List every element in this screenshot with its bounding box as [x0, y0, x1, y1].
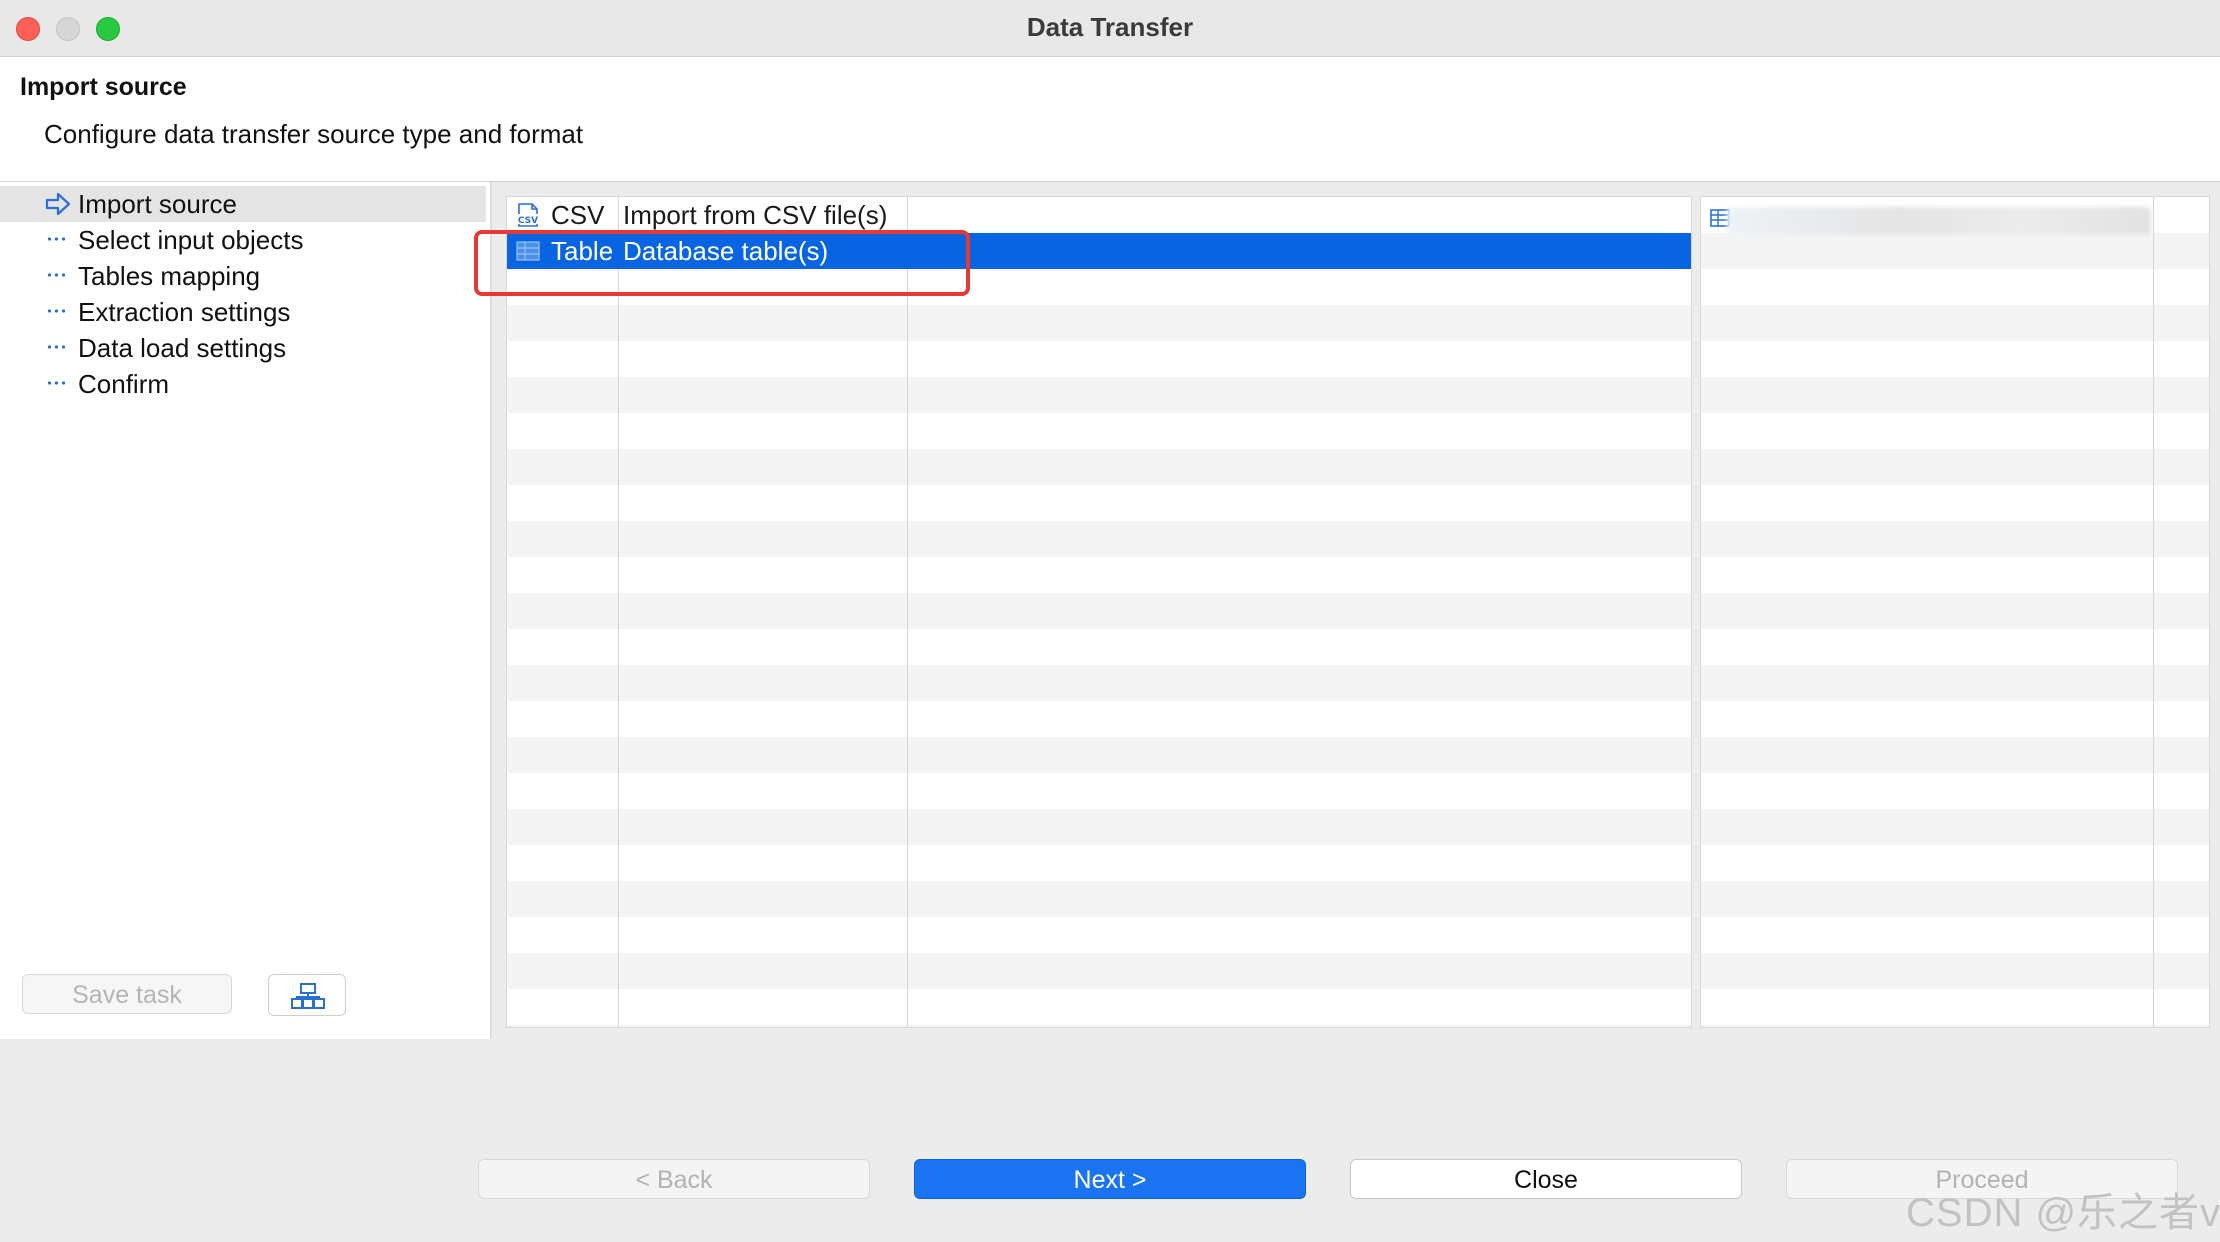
- table-stripe: [1701, 449, 2209, 485]
- table-stripe: [507, 845, 1691, 881]
- table-stripe: [507, 413, 1691, 449]
- dots-icon: [46, 345, 66, 349]
- table-stripe: [1701, 377, 2209, 413]
- table-stripe: [507, 449, 1691, 485]
- dots-icon: [46, 273, 66, 277]
- nav-item-label: Confirm: [78, 369, 170, 399]
- watermark: CSDN @乐之者v: [1906, 1191, 2220, 1235]
- table-stripe: [1701, 1025, 2209, 1027]
- table-stripe: [507, 485, 1691, 521]
- column-divider: [618, 197, 619, 1027]
- table-stripe: [507, 377, 1691, 413]
- table-stripe: [1701, 233, 2209, 269]
- table-stripe: [1701, 593, 2209, 629]
- table-stripe: [1701, 485, 2209, 521]
- nav-item-label: Data load settings: [78, 333, 287, 363]
- svg-text:CSV: CSV: [518, 216, 538, 226]
- tasks-icon: [291, 983, 325, 1009]
- table-stripe: [1701, 773, 2209, 809]
- nav-item-label: Tables mapping: [78, 261, 261, 291]
- table-stripe: [507, 989, 1691, 1025]
- table-stripe: [1701, 413, 2209, 449]
- table-stripe: [507, 809, 1691, 845]
- table-stripe: [1701, 953, 2209, 989]
- nav-item-extraction-settings[interactable]: Extraction settings: [0, 294, 486, 330]
- table-stripe: [507, 665, 1691, 701]
- table-stripe: [507, 881, 1691, 917]
- page-header: Import source Configure data transfer so…: [0, 57, 2220, 182]
- tasks-button[interactable]: [268, 974, 346, 1016]
- csv-file-icon: CSV: [516, 203, 540, 227]
- source-description: Import from CSV file(s): [623, 200, 888, 230]
- window-title: Data Transfer: [1026, 12, 1194, 42]
- nav-item-tables-mapping[interactable]: Tables mapping: [0, 258, 486, 294]
- back-button[interactable]: < Back: [478, 1159, 870, 1199]
- dots-icon: [46, 309, 66, 313]
- table-stripe: [507, 305, 1691, 341]
- nav-item-import-source[interactable]: Import source: [0, 186, 486, 222]
- close-button[interactable]: Close: [1350, 1159, 1742, 1199]
- table-stripe: [1701, 809, 2209, 845]
- table-stripe: [1701, 305, 2209, 341]
- table-stripe: [507, 629, 1691, 665]
- blurred-content: [1727, 207, 2151, 235]
- nav-item-label: Select input objects: [78, 225, 304, 255]
- table-stripe: [507, 737, 1691, 773]
- dots-icon: [46, 237, 66, 241]
- table-stripe: [1701, 701, 2209, 737]
- table-stripe: [507, 593, 1691, 629]
- selection-highlight-annotation: [474, 230, 970, 296]
- wizard-steps-panel: Import source Select input objects Table…: [0, 182, 492, 1039]
- table-stripe: [1701, 665, 2209, 701]
- column-divider: [907, 197, 908, 1027]
- nav-item-label: Extraction settings: [78, 297, 291, 327]
- table-stripe: [507, 917, 1691, 953]
- page-title: Import source: [20, 73, 187, 101]
- table-stripe: [1701, 269, 2209, 305]
- save-task-button[interactable]: Save task: [22, 974, 232, 1014]
- source-type-table[interactable]: CSV CSV Import from CSV file(s) Table Da…: [506, 196, 1692, 1028]
- table-stripe: [1701, 557, 2209, 593]
- table-stripe: [1701, 917, 2209, 953]
- column-divider: [2153, 197, 2154, 1027]
- table-stripe: [1701, 989, 2209, 1025]
- table-stripe: [507, 953, 1691, 989]
- title-bar: Data Transfer: [0, 0, 2220, 57]
- table-stripe: [1701, 341, 2209, 377]
- table-stripe: [507, 341, 1691, 377]
- source-name: CSV: [551, 200, 605, 230]
- nav-item-label: Import source: [78, 189, 237, 219]
- nav-item-select-input-objects[interactable]: Select input objects: [0, 222, 486, 258]
- nav-item-confirm[interactable]: Confirm: [0, 366, 486, 402]
- table-stripe: [507, 1025, 1691, 1027]
- table-stripe: [1701, 629, 2209, 665]
- nav-item-data-load-settings[interactable]: Data load settings: [0, 330, 486, 366]
- arrow-right-icon: [45, 192, 71, 216]
- dots-icon: [46, 381, 66, 385]
- table-stripe: [507, 701, 1691, 737]
- table-stripe: [1701, 737, 2209, 773]
- table-stripe: [507, 773, 1691, 809]
- table-row-csv[interactable]: CSV CSV Import from CSV file(s): [507, 197, 1691, 233]
- table-stripe: [507, 521, 1691, 557]
- table-stripe: [1701, 881, 2209, 917]
- table-stripe: [1701, 521, 2209, 557]
- page-description: Configure data transfer source type and …: [44, 119, 584, 149]
- next-button[interactable]: Next >: [914, 1159, 1306, 1199]
- table-stripe: [1701, 845, 2209, 881]
- table-stripe: [507, 557, 1691, 593]
- source-detail-panel: [1700, 196, 2210, 1028]
